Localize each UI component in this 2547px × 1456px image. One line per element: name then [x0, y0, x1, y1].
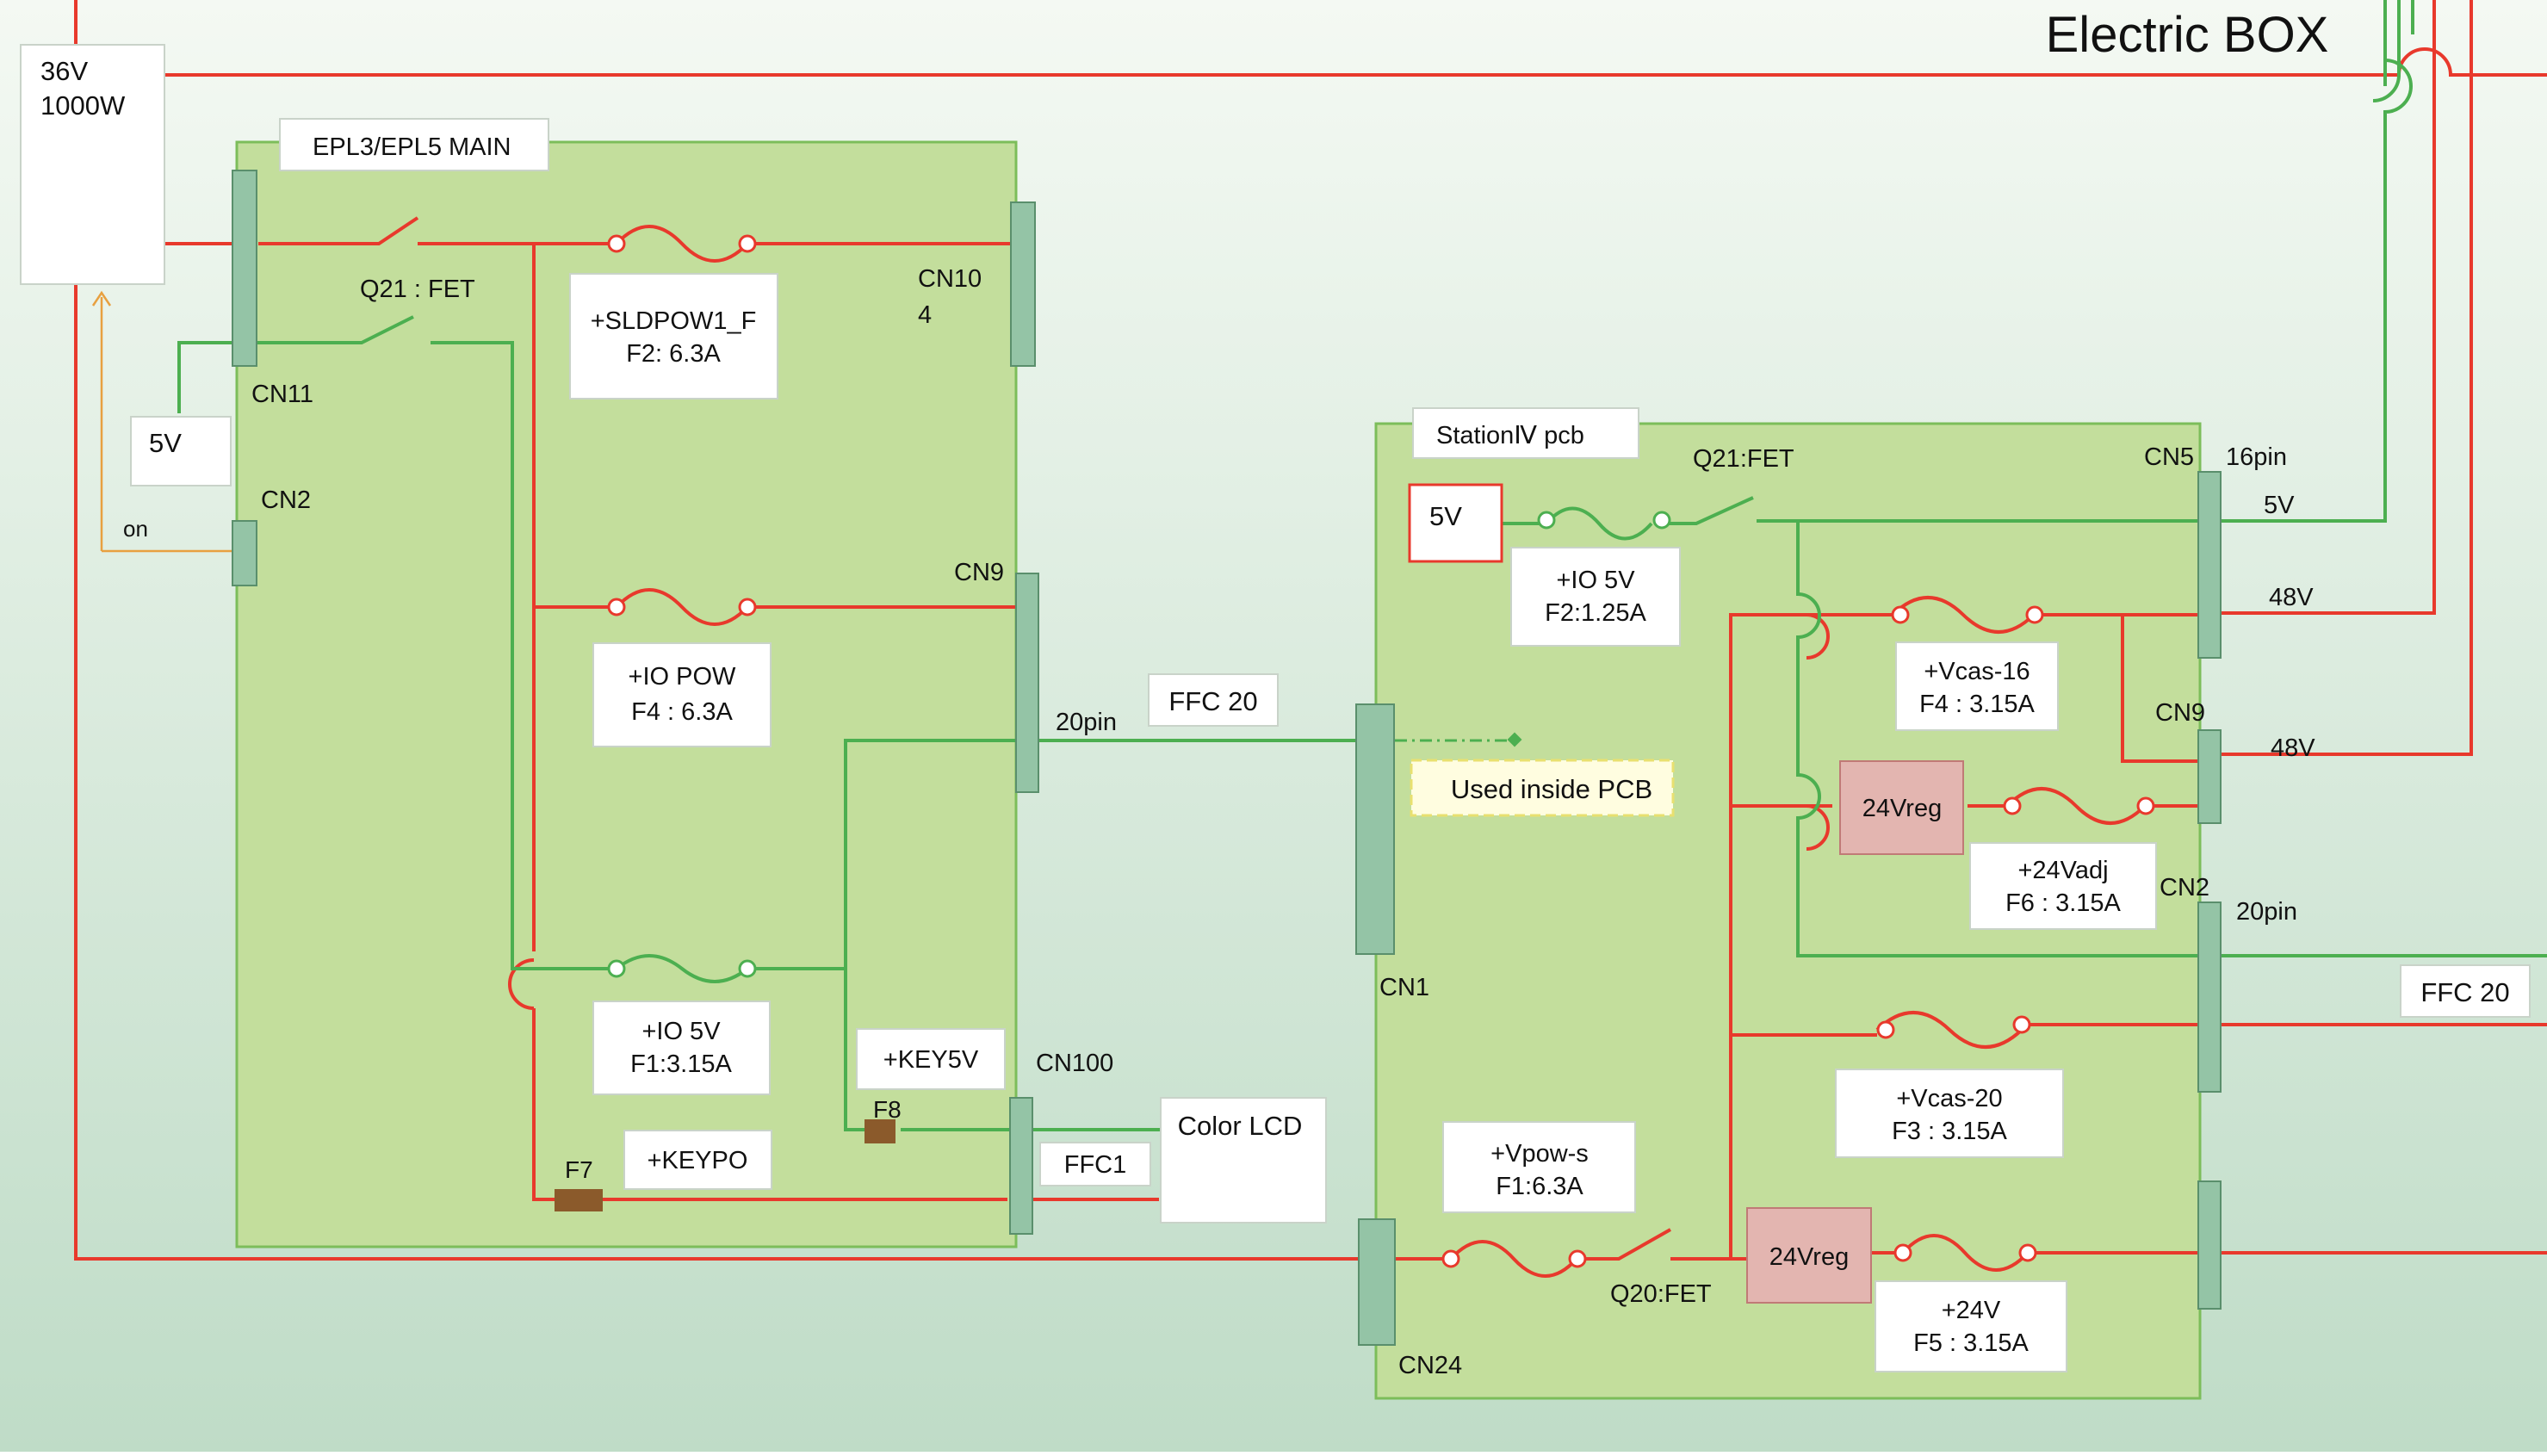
psu-power: 1000W — [40, 90, 126, 121]
fuse-24v-name: +24V — [1942, 1297, 2001, 1324]
fuse-io5v-main-rating: F1:3.15A — [630, 1050, 732, 1078]
fuse-vcas20-name: +Vcas-20 — [1896, 1085, 2002, 1112]
psu-voltage: 36V — [40, 56, 88, 86]
main-switch-label: Q21 : FET — [360, 276, 475, 303]
fuse-iopow-name: +IO POW — [629, 663, 737, 691]
wiring-diagram: Electric BOX 36V 1000W EPL3/EPL5 MAIN Q2… — [0, 0, 2547, 1452]
ffc20-left-label: FFC 20 — [1168, 686, 1257, 716]
connector-cn11 — [232, 170, 257, 367]
connector-cn2-station — [2197, 901, 2222, 1093]
used-inside-label: Used inside PCB — [1451, 774, 1652, 804]
cn9-main-pins: 20pin — [1056, 709, 1117, 736]
fuse-vpows-name: +Vpow-s — [1490, 1140, 1589, 1168]
ffc20-right-label: FFC 20 — [2420, 977, 2509, 1007]
fuse-vcas16-rating: F4 : 3.15A — [1919, 691, 2035, 718]
fuse-24vadj-name: +24Vadj — [2017, 857, 2108, 884]
f8-label: F8 — [873, 1096, 902, 1123]
connector-cn2-main — [232, 520, 257, 586]
station-board-label: StationⅣ pcb — [1436, 422, 1584, 449]
cn100-label: CN100 — [1036, 1050, 1113, 1077]
fuse-box-io5v-station — [1510, 547, 1681, 647]
fuse-vcas16-name: +Vcas-16 — [1924, 658, 2030, 685]
fuse-iopow-rating: F4 : 6.3A — [631, 698, 733, 726]
rail-48v-b-label: 48V — [2271, 734, 2315, 762]
fuse-sldpow-rating: F2: 6.3A — [626, 340, 721, 368]
connector-cn24 — [1358, 1218, 1396, 1346]
connector-cn100 — [1009, 1097, 1033, 1235]
fuse-vcas20-rating: F3 : 3.15A — [1892, 1118, 2007, 1145]
fuse-box-io5v-main — [592, 1001, 771, 1095]
fuse-24v-rating: F5 : 3.15A — [1913, 1329, 2029, 1357]
on-label: on — [123, 516, 148, 542]
cn11-label: CN11 — [251, 381, 313, 408]
fuse-vpows-rating: F1:6.3A — [1496, 1173, 1583, 1200]
fuse-box-sldpow — [569, 273, 778, 400]
cn9-main-label: CN9 — [954, 559, 1004, 586]
key5v-label: +KEY5V — [883, 1046, 979, 1074]
connector-cn104 — [1010, 201, 1036, 367]
keypo-label: +KEYPO — [648, 1147, 748, 1174]
ffc1-label: FFC1 — [1064, 1151, 1127, 1179]
connector-bottom-right — [2197, 1180, 2222, 1310]
fuse-sldpow-name: +SLDPOW1_F — [591, 307, 757, 335]
rail-48v-a-label: 48V — [2269, 584, 2314, 611]
cn5-label: CN5 — [2144, 443, 2194, 471]
cn9-station-label: CN9 — [2155, 699, 2205, 727]
cn104-label-b: 4 — [918, 301, 932, 329]
fuse-24vadj-rating: F6 : 3.15A — [2005, 889, 2121, 917]
fuse-box-iopow — [592, 642, 772, 747]
fuse-io5v-station-rating: F2:1.25A — [1545, 599, 1646, 627]
connector-cn9-main — [1015, 573, 1039, 793]
color-lcd-label: Color LCD — [1178, 1111, 1303, 1141]
fuse-block-f7 — [555, 1189, 603, 1211]
fuse-block-f8 — [864, 1119, 895, 1143]
q20-label: Q20:FET — [1610, 1280, 1712, 1308]
connector-cn5 — [2197, 471, 2222, 659]
connector-cn9-station — [2197, 729, 2222, 824]
cn2-station-pins: 20pin — [2236, 898, 2297, 926]
page-title: Electric BOX — [2046, 7, 2329, 63]
cn24-label: CN24 — [1398, 1352, 1462, 1379]
fuse-io5v-main-name: +IO 5V — [641, 1018, 721, 1045]
connector-cn1 — [1355, 703, 1395, 955]
input-5v-label: 5V — [1429, 501, 1462, 531]
cn104-label-a: CN10 — [918, 265, 982, 293]
rail-5v-label: 5V — [2264, 492, 2295, 519]
regulator-bottom-label: 24Vreg — [1769, 1243, 1849, 1271]
cn5-pins: 16pin — [2226, 443, 2287, 471]
fuse-io5v-station-name: +IO 5V — [1556, 567, 1635, 594]
f7-label: F7 — [565, 1156, 593, 1183]
v5-main-label: 5V — [149, 428, 182, 458]
main-board-label: EPL3/EPL5 MAIN — [313, 133, 511, 161]
cn2-main-label: CN2 — [261, 486, 311, 514]
cn2-station-label: CN2 — [2160, 874, 2209, 901]
q21-station-label: Q21:FET — [1693, 445, 1794, 473]
cn1-label: CN1 — [1379, 974, 1429, 1001]
fuse-box-24v — [1875, 1280, 2067, 1372]
regulator-top-label: 24Vreg — [1862, 795, 1942, 822]
